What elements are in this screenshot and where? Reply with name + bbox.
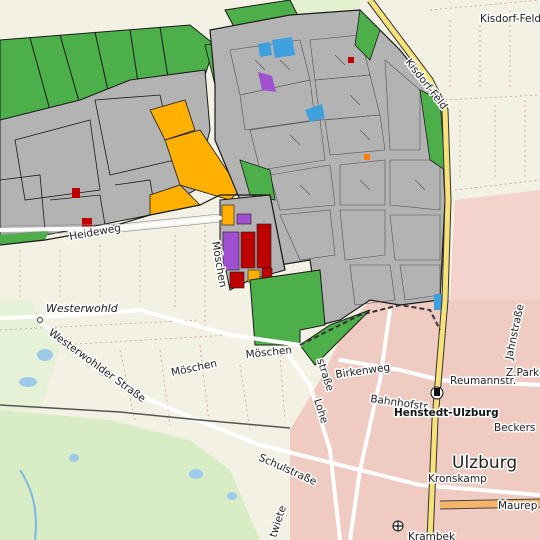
place-marker bbox=[37, 317, 43, 323]
label-henstedt-ulzburg: Henstedt-Ulzburg bbox=[394, 407, 499, 419]
bus-stop-icon[interactable] bbox=[392, 520, 404, 532]
label-kisdorf-feld-top: Kisdorf-Feld bbox=[480, 13, 540, 25]
map-canvas[interactable]: Kisdorf-Feld Kisdorf-Feld Heideweg Mösch… bbox=[0, 0, 540, 540]
label-ulzburg: Ulzburg bbox=[452, 453, 517, 473]
label-maurep: Maurep bbox=[498, 500, 538, 512]
label-kronskamp: Kronskamp bbox=[428, 473, 487, 485]
label-westerwohld: Westerwohld bbox=[46, 302, 119, 315]
label-beckers: Beckers bbox=[494, 422, 535, 434]
label-krambek: Krambek bbox=[408, 531, 456, 540]
blue-block-2 bbox=[272, 37, 295, 58]
map-svg: Kisdorf-Feld Kisdorf-Feld Heideweg Mösch… bbox=[0, 0, 540, 540]
train-station-icon[interactable] bbox=[430, 386, 444, 400]
residential-area-east bbox=[450, 190, 540, 300]
blue-block-1 bbox=[258, 42, 272, 57]
label-z-park: Z.Park bbox=[506, 367, 540, 379]
